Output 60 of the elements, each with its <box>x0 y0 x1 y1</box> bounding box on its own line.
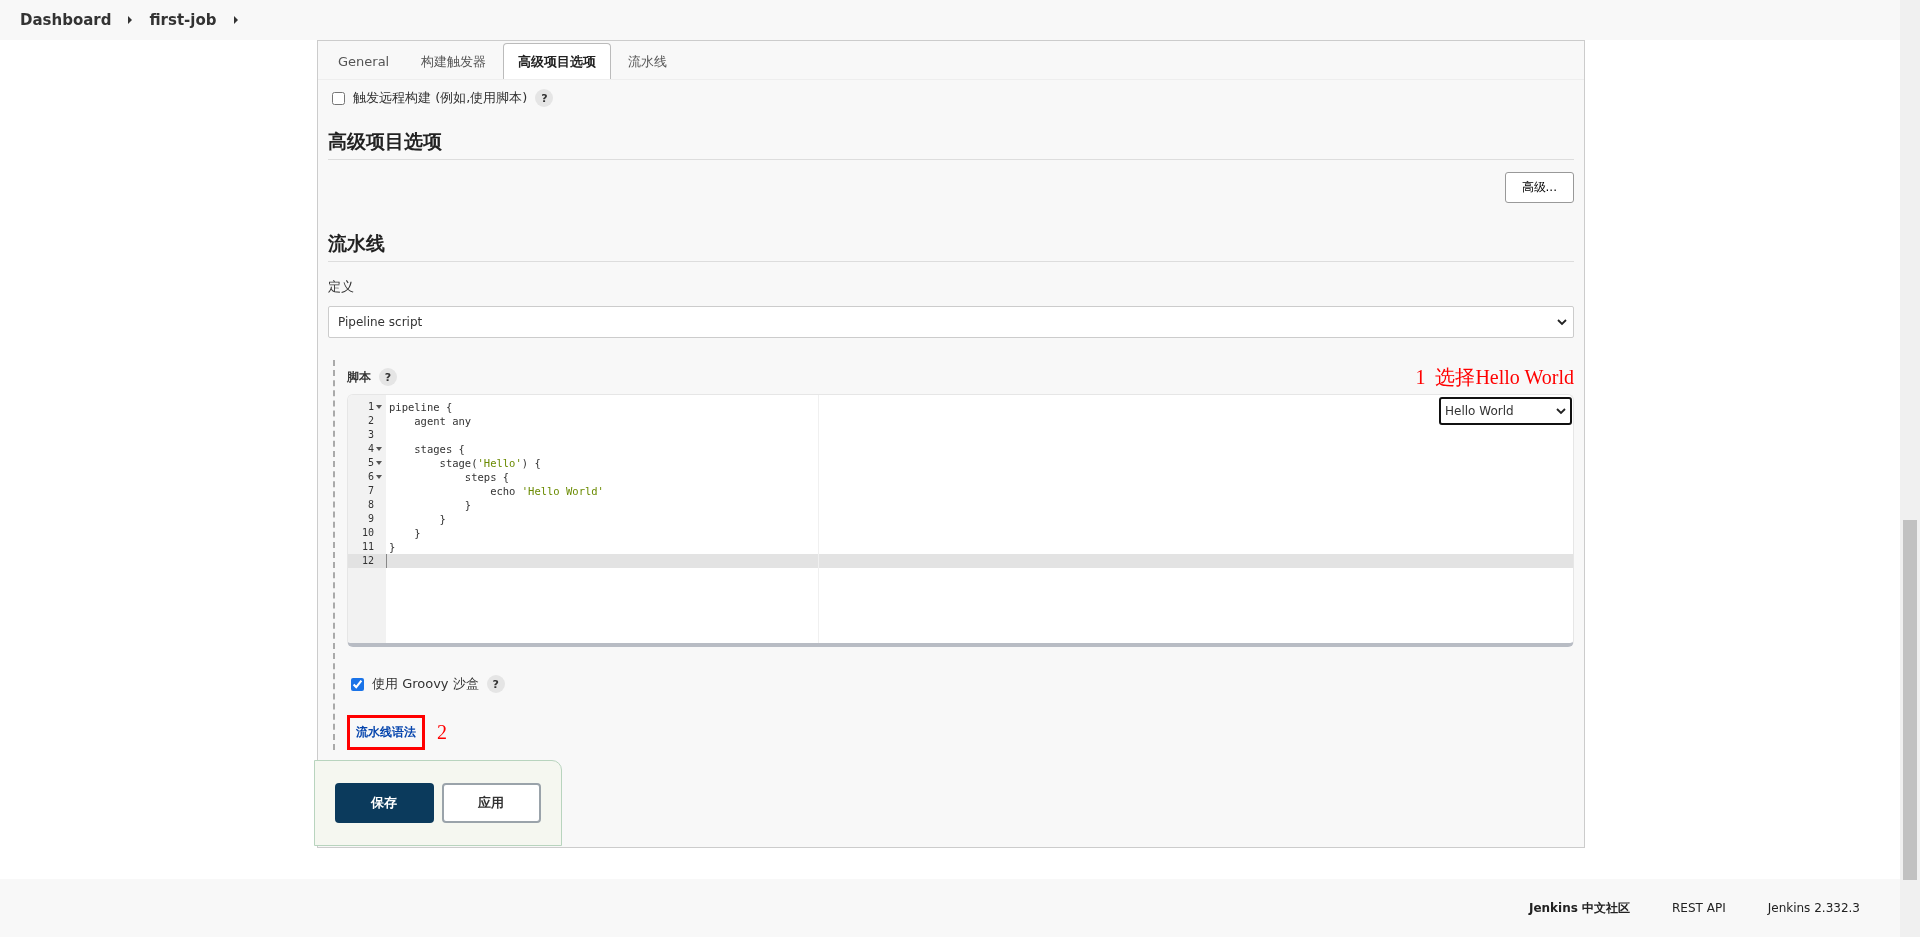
code-line: echo 'Hello World' <box>489 485 604 497</box>
chevron-icon <box>1557 318 1567 326</box>
line-number: 8 <box>367 498 374 512</box>
line-number: 5 <box>367 456 374 470</box>
definition-select[interactable]: Pipeline script <box>328 306 1574 338</box>
save-button[interactable]: 保存 <box>335 783 434 823</box>
footer-link[interactable]: Jenkins 2.332.3 <box>1767 901 1860 915</box>
code-editor[interactable]: 1 2 3 4 5 6 7 8 9 10 11 12 pipeline { agent any stages { stage('Hello') { steps { echo 'Hello World' } } } } Hello World <box>347 394 1574 647</box>
code-line: pipeline { <box>389 401 453 413</box>
code-line: } <box>389 541 396 553</box>
help-icon[interactable]: ? <box>379 368 397 386</box>
tab[interactable]: 流水线 <box>613 43 683 79</box>
breadcrumb-link[interactable]: Dashboard <box>20 11 112 29</box>
caret-icon[interactable] <box>127 15 134 25</box>
line-number: 4 <box>367 442 374 456</box>
code-line: agent any <box>413 415 472 427</box>
breadcrumb-link[interactable]: first-job <box>149 11 217 29</box>
fold-icon[interactable] <box>376 461 382 465</box>
syntax-link[interactable]: 流水线语法 <box>347 715 425 750</box>
fold-icon[interactable] <box>376 405 382 409</box>
section-title: 高级项目选项 <box>328 129 1574 160</box>
checkbox-label: 使用 Groovy 沙盒 <box>372 675 479 693</box>
annotation-text: 2 <box>437 721 447 744</box>
sample-select[interactable]: Hello World <box>1439 397 1572 425</box>
apply-button[interactable]: 应用 <box>441 783 541 823</box>
footer-link[interactable]: Jenkins 中文社区 <box>1528 899 1631 917</box>
section-title: 流水线 <box>328 231 1574 262</box>
checkbox-label: 触发远程构建 (例如,使用脚本) <box>353 89 528 107</box>
tab[interactable]: 高级项目选项 <box>503 43 612 79</box>
line-number: 12 <box>361 554 374 568</box>
line-number: 9 <box>367 512 374 526</box>
caret-icon[interactable] <box>232 15 239 25</box>
line-number: 11 <box>361 540 374 554</box>
tab[interactable]: General <box>323 43 405 79</box>
line-number: 6 <box>367 470 374 484</box>
tab[interactable]: 构建触发器 <box>406 43 502 79</box>
line-number: 7 <box>367 484 374 498</box>
scrollbar[interactable] <box>1900 0 1920 937</box>
field-label: 定义 <box>328 278 355 296</box>
fold-icon[interactable] <box>376 475 382 479</box>
line-number: 10 <box>361 526 374 540</box>
help-icon[interactable]: ? <box>535 89 554 107</box>
fold-icon[interactable] <box>376 447 382 451</box>
annotation-text: 1 选择Hello World <box>1415 364 1574 390</box>
line-number: 3 <box>367 428 374 442</box>
code-line: steps { <box>463 471 510 483</box>
footer-link[interactable]: REST API <box>1672 901 1726 915</box>
line-number: 1 <box>367 400 374 414</box>
code-line: } <box>463 499 472 511</box>
chevron-icon <box>1556 407 1566 415</box>
advanced-button[interactable]: 高级... <box>1504 172 1574 203</box>
checkbox[interactable] <box>332 91 345 105</box>
code-line: stage('Hello') { <box>438 457 541 469</box>
help-icon[interactable]: ? <box>486 675 505 693</box>
checkbox[interactable] <box>351 677 364 691</box>
code-line: } <box>413 527 421 539</box>
code-line: } <box>438 513 446 525</box>
field-label: 脚本 <box>347 368 371 386</box>
code-line: stages { <box>413 443 465 455</box>
line-number: 2 <box>367 414 374 428</box>
